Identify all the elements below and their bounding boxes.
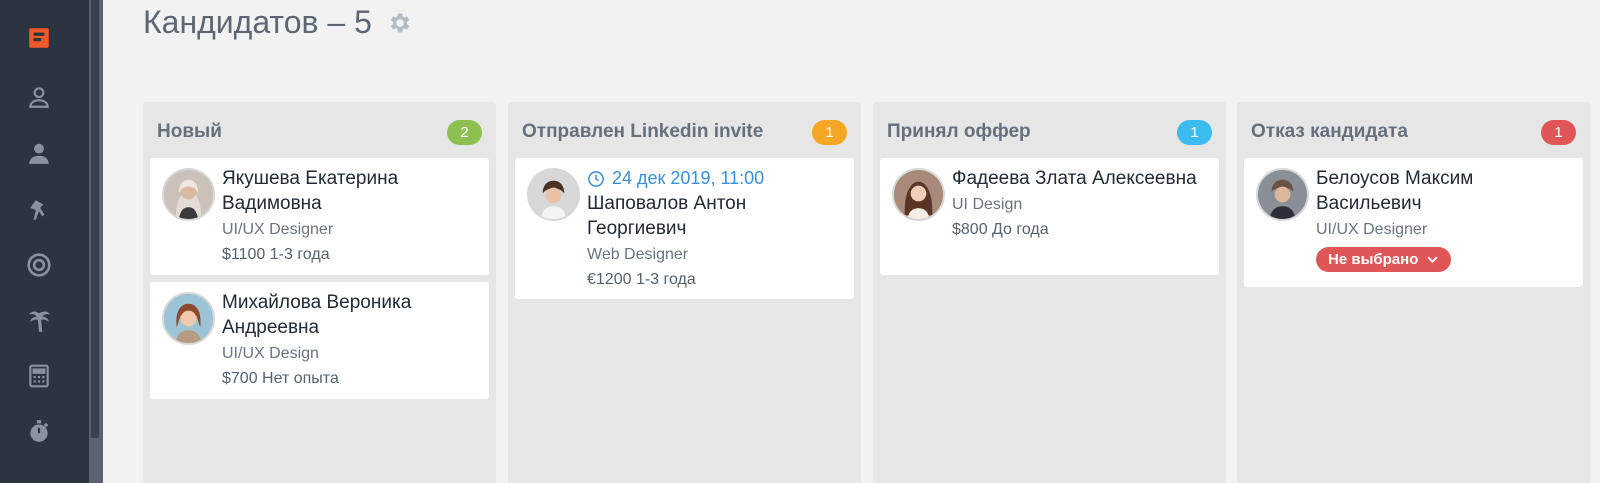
count-badge: 1 <box>812 119 847 145</box>
column-header: Новый 2 <box>157 118 482 146</box>
candidate-card[interactable]: Якушева Екатерина Вадимовна UI/UX Design… <box>150 158 489 275</box>
candidate-card[interactable]: Белоусов Максим Васильевич UI/UX Designe… <box>1244 158 1583 287</box>
status-dropdown[interactable]: Не выбрано <box>1316 247 1452 272</box>
column-header: Отправлен Linkedin invite 1 <box>522 118 847 146</box>
user-icon[interactable] <box>22 136 56 170</box>
candidate-salary: $1100 1-3 года <box>222 246 330 263</box>
clock-icon <box>588 170 604 187</box>
column-title: Отправлен Linkedin invite <box>522 121 764 142</box>
palm-tree-icon[interactable] <box>22 304 56 338</box>
gear-icon[interactable] <box>386 10 412 36</box>
column-linkedin-invite: Отправлен Linkedin invite 1 24 дек 2019,… <box>508 102 861 483</box>
count-badge: 1 <box>1541 119 1576 145</box>
target-icon[interactable] <box>22 248 56 282</box>
card-body: Якушева Екатерина Вадимовна UI/UX Design… <box>222 166 479 267</box>
logo-icon[interactable] <box>22 21 56 55</box>
column-new: Новый 2 Якушева Екатерина Вадимовна UI/U… <box>143 102 496 483</box>
column-title: Отказ кандидата <box>1251 121 1408 142</box>
candidate-card[interactable]: 24 дек 2019, 11:00 Шаповалов Антон Георг… <box>515 158 854 299</box>
interview-date-text: 24 дек 2019, 11:00 <box>612 168 765 188</box>
sidebar-scrollbar[interactable] <box>89 0 103 483</box>
candidate-name[interactable]: Михайлова Вероника Андреевна <box>222 290 479 340</box>
column-title: Новый <box>157 121 222 142</box>
count-badge: 2 <box>447 119 482 145</box>
avatar <box>527 168 580 221</box>
candidate-name[interactable]: Якушева Екатерина Вадимовна <box>222 166 479 216</box>
card-body: Белоусов Максим Васильевич UI/UX Designe… <box>1316 166 1573 272</box>
avatar <box>1256 168 1309 221</box>
scrollbar-thumb[interactable] <box>91 0 99 438</box>
candidate-role: Web Designer <box>587 246 689 263</box>
column-header: Отказ кандидата 1 <box>1251 118 1576 146</box>
sidebar <box>0 0 89 483</box>
user-outline-icon[interactable] <box>22 80 56 114</box>
card-body: Фадеева Злата Алексеевна UI Design $800 … <box>952 166 1209 242</box>
chevron-down-icon <box>1427 256 1438 264</box>
count-badge: 1 <box>1177 119 1212 145</box>
candidate-role: UI/UX Designer <box>222 221 334 238</box>
column-accepted-offer: Принял оффер 1 Фадеева Злата Алексеевна … <box>873 102 1226 483</box>
column-candidate-rejected: Отказ кандидата 1 Белоусов Максим Василь… <box>1237 102 1590 483</box>
stopwatch-icon[interactable] <box>22 414 56 448</box>
status-dropdown-label: Не выбрано <box>1328 251 1419 268</box>
candidate-salary: €1200 1-3 года <box>587 271 696 288</box>
pin-icon[interactable] <box>22 193 56 227</box>
page-title-text: Кандидатов – 5 <box>143 4 372 40</box>
candidate-salary: $800 До года <box>952 221 1049 238</box>
candidate-name[interactable]: Белоусов Максим Васильевич <box>1316 166 1573 216</box>
calculator-icon[interactable] <box>22 359 56 393</box>
page-title: Кандидатов – 5 <box>143 4 412 41</box>
avatar <box>892 168 945 221</box>
avatar <box>162 292 215 345</box>
candidate-role: UI/UX Designer <box>1316 221 1428 238</box>
candidate-card[interactable]: Фадеева Злата Алексеевна UI Design $800 … <box>880 158 1219 275</box>
candidate-role: UI Design <box>952 196 1023 213</box>
avatar <box>162 168 215 221</box>
card-body: Михайлова Вероника Андреевна UI/UX Desig… <box>222 290 479 391</box>
candidate-salary: $700 Нет опыта <box>222 370 339 387</box>
card-body: 24 дек 2019, 11:00 Шаповалов Антон Георг… <box>587 166 844 292</box>
candidate-card[interactable]: Михайлова Вероника Андреевна UI/UX Desig… <box>150 282 489 399</box>
candidate-name[interactable]: Фадеева Злата Алексеевна <box>952 166 1209 191</box>
interview-date[interactable]: 24 дек 2019, 11:00 <box>587 166 844 191</box>
candidate-role: UI/UX Design <box>222 345 319 362</box>
column-header: Принял оффер 1 <box>887 118 1212 146</box>
column-title: Принял оффер <box>887 121 1031 142</box>
candidate-name[interactable]: Шаповалов Антон Георгиевич <box>587 191 844 241</box>
